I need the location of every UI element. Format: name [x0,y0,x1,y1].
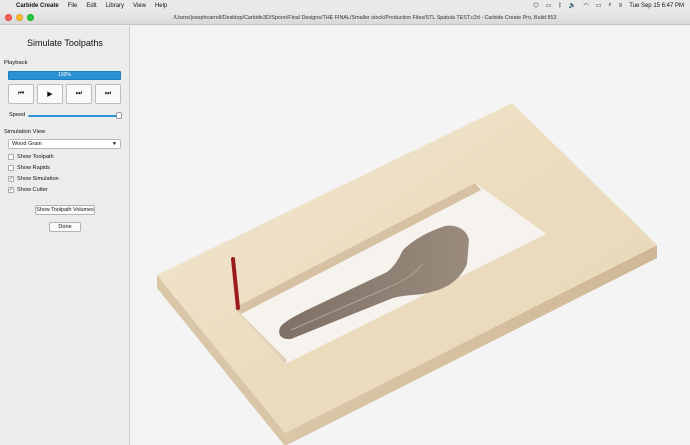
simulation-view-label: Simulation View [4,129,46,135]
battery-icon[interactable]: ▭ [596,2,602,9]
play-button[interactable]: ▶ [37,84,63,104]
menu-edit[interactable]: Edit [86,3,96,9]
simulation-viewport[interactable] [131,26,690,445]
step-forward-button[interactable]: ⏭ [66,84,92,104]
title-bar: /Users/josephcarroll/Desktop/Carbide3D/S… [0,11,690,25]
dropbox-icon[interactable]: ⬡ [533,2,538,9]
skip-forward-icon: ⏭ [104,90,112,97]
display-icon[interactable]: ▭ [546,2,552,9]
show-simulation-label: Show Simulation [17,176,59,182]
menu-view[interactable]: View [133,3,146,9]
menu-bar: Carbide Create File Edit Library View He… [0,0,690,11]
show-toolpath-volumes-button[interactable]: Show Toolpath Volumes [35,205,95,215]
menu-file[interactable]: File [68,3,78,9]
window-title: /Users/josephcarroll/Desktop/Carbide3D/S… [173,14,557,21]
play-icon: ▶ [47,91,53,98]
wifi-icon[interactable]: ◠ [583,2,588,9]
status-area: ⬡ ▭ ᛒ 🔈 ◠ ▭ ⌕ ≡ Tue Sep 15 6:47 PM [533,2,684,9]
show-cutter-checkbox[interactable]: ✓ [8,187,14,193]
bluetooth-icon[interactable]: ᛒ [558,3,562,9]
show-rapids-label: Show Rapids [17,165,50,171]
stock-render [157,103,657,445]
done-button[interactable]: Done [49,222,81,232]
menu-app-name[interactable]: Carbide Create [16,3,59,9]
playback-controls: ⏮ ▶ ⏭ ⏭ [8,84,121,104]
material-select-value: Wood Grain [12,141,42,147]
skip-back-icon: ⏮ [17,90,25,97]
playback-label: Playback [4,60,28,66]
speed-label: Speed [9,112,26,118]
chevron-down-icon: ▼ [112,141,117,147]
material-select[interactable]: Wood Grain ▼ [8,139,121,149]
playback-progress-bar: 100% [8,71,121,80]
show-cutter-label: Show Cutter [17,187,48,193]
rewind-button[interactable]: ⏮ [8,84,34,104]
simulate-panel: Simulate Toolpaths Playback 100% ⏮ ▶ ⏭ ⏭… [0,26,130,445]
show-cutter-option[interactable]: ✓ Show Cutter [8,187,48,193]
step-forward-icon: ⏭ [75,90,83,97]
show-rapids-option[interactable]: Show Rapids [8,165,50,171]
volume-icon[interactable]: 🔈 [569,2,576,9]
control-center-icon[interactable]: ≡ [619,3,623,9]
show-toolpath-label: Show Toolpath [17,154,54,160]
show-simulation-checkbox[interactable]: ✓ [8,176,14,182]
show-toolpath-checkbox[interactable] [8,154,14,160]
menu-help[interactable]: Help [155,3,167,9]
search-icon[interactable]: ⌕ [608,2,611,9]
show-rapids-checkbox[interactable] [8,165,14,171]
show-simulation-option[interactable]: ✓ Show Simulation [8,176,59,182]
skip-to-end-button[interactable]: ⏭ [95,84,121,104]
show-toolpath-option[interactable]: Show Toolpath [8,154,54,160]
app-window: /Users/josephcarroll/Desktop/Carbide3D/S… [0,11,690,445]
speed-slider-handle[interactable] [116,112,122,119]
speed-slider[interactable] [28,115,120,117]
clock[interactable]: Tue Sep 15 6:47 PM [629,3,684,9]
panel-title: Simulate Toolpaths [27,38,103,48]
menu-library[interactable]: Library [106,3,124,9]
